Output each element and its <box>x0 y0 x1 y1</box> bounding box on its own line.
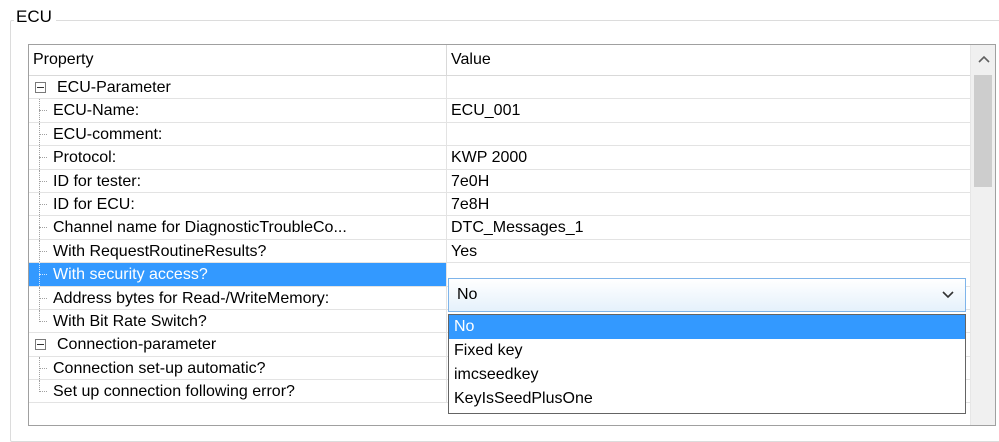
tree-branch-line <box>39 133 47 135</box>
groupbox-title: ECU <box>14 6 56 28</box>
property-value-cell[interactable]: Yes <box>447 240 970 264</box>
property-name-cell[interactable]: ID for tester: <box>29 169 447 193</box>
chevron-up-icon <box>977 55 990 63</box>
property-row[interactable]: ID for tester: 7e0H <box>29 169 970 193</box>
property-value-cell[interactable]: 7e8H <box>447 193 970 217</box>
property-name-cell[interactable]: Connection-parameter <box>29 333 447 357</box>
property-value-cell[interactable]: DTC_Messages_1 <box>447 216 970 240</box>
tree-branch-line <box>39 110 47 112</box>
property-value-cell[interactable]: 7e0H <box>447 170 970 193</box>
property-value-cell[interactable] <box>447 123 970 147</box>
property-row[interactable]: ECU-comment: <box>29 122 970 147</box>
combo-value: No <box>457 286 478 303</box>
tree-branch-line <box>39 297 47 299</box>
property-label: ID for tester: <box>53 172 142 190</box>
property-label: Connection set-up automatic? <box>53 359 266 377</box>
security-access-combobox[interactable]: No <box>448 278 966 312</box>
dropdown-option[interactable]: No <box>449 315 965 339</box>
property-name-cell[interactable]: Connection set-up automatic? <box>29 356 447 381</box>
property-label: With RequestRoutineResults? <box>53 242 267 260</box>
property-label: Channel name for DiagnosticTroubleCo... <box>53 219 347 237</box>
tree-branch-line <box>39 203 47 205</box>
property-name-cell[interactable]: ECU-comment: <box>29 122 447 147</box>
tree-branch-line <box>39 367 47 369</box>
minus-box-icon[interactable] <box>35 339 46 351</box>
property-row[interactable]: ECU-Name: ECU_001 <box>29 99 970 123</box>
column-header-property[interactable]: Property <box>29 45 447 75</box>
property-label: ECU-comment: <box>53 125 163 143</box>
tree-branch-line <box>39 250 47 252</box>
property-name-cell[interactable]: With security access? <box>29 263 447 287</box>
property-row[interactable]: Protocol: KWP 2000 <box>29 146 970 170</box>
property-value-cell[interactable] <box>447 76 970 100</box>
property-name-cell[interactable]: Address bytes for Read-/WriteMemory: <box>29 286 447 310</box>
dropdown-option[interactable]: imcseedkey <box>449 363 965 387</box>
combo-dropdown-list: No Fixed key imcseedkey KeyIsSeedPlusOne <box>448 314 966 414</box>
property-label: With Bit Rate Switch? <box>53 312 207 330</box>
dropdown-option[interactable]: Fixed key <box>449 339 965 363</box>
property-row[interactable]: With RequestRoutineResults? Yes <box>29 239 970 264</box>
category-label: Connection-parameter <box>57 336 217 354</box>
scroll-up-button[interactable] <box>971 45 995 73</box>
column-header-value[interactable]: Value <box>447 45 970 75</box>
property-name-cell[interactable]: Set up connection following error? <box>29 380 447 404</box>
property-value-cell[interactable]: KWP 2000 <box>447 146 970 170</box>
property-label: Address bytes for Read-/WriteMemory: <box>53 289 330 307</box>
property-name-cell[interactable]: ECU-Name: <box>29 99 447 123</box>
property-label: Protocol: <box>53 149 117 167</box>
tree-branch-line <box>39 180 47 182</box>
property-label: With security access? <box>53 266 208 284</box>
scroll-thumb[interactable] <box>974 75 992 187</box>
tree-branch-line <box>39 274 47 276</box>
category-label: ECU-Parameter <box>57 79 171 96</box>
property-name-cell[interactable]: ID for ECU: <box>29 192 447 217</box>
property-label: ECU-Name: <box>53 102 140 120</box>
property-label: ID for ECU: <box>53 195 135 213</box>
property-name-cell[interactable]: With Bit Rate Switch? <box>29 309 447 334</box>
tree-branch-line <box>39 227 47 229</box>
property-label: Set up connection following error? <box>53 383 295 401</box>
property-row[interactable]: Channel name for DiagnosticTroubleCo... D… <box>29 216 970 240</box>
chevron-down-icon[interactable] <box>941 289 955 301</box>
minus-box-icon[interactable] <box>35 82 46 93</box>
tree-branch-line <box>39 157 47 159</box>
vertical-scrollbar[interactable] <box>970 45 995 425</box>
property-name-cell[interactable]: Channel name for DiagnosticTroubleCo... <box>29 216 447 240</box>
property-value-cell[interactable]: ECU_001 <box>447 99 970 123</box>
property-row[interactable]: ID for ECU: 7e8H <box>29 192 970 217</box>
category-row[interactable]: ECU-Parameter <box>29 76 970 100</box>
dropdown-option[interactable]: KeyIsSeedPlusOne <box>449 387 965 411</box>
tree-branch-line <box>39 320 47 322</box>
grid-header: Property Value <box>29 45 970 76</box>
property-name-cell[interactable]: Protocol: <box>29 146 447 170</box>
tree-branch-line <box>39 391 47 393</box>
property-name-cell[interactable]: ECU-Parameter <box>29 76 447 100</box>
property-name-cell[interactable]: With RequestRoutineResults? <box>29 239 447 264</box>
